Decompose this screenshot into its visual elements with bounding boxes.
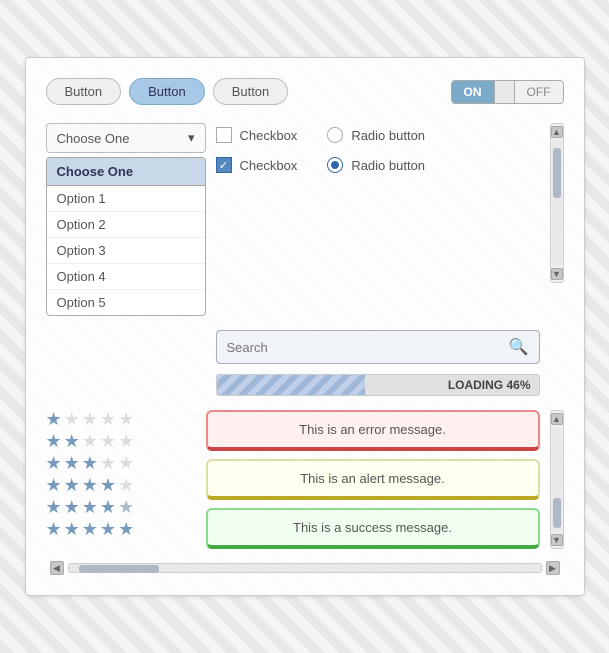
checkbox-1[interactable]: Checkbox <box>216 127 298 143</box>
toggle-group: ON OFF <box>451 80 564 104</box>
dropdown-option-3[interactable]: Option 3 <box>47 238 205 264</box>
scroll-up-arrow[interactable]: ▲ <box>551 126 563 138</box>
scroll-track-v2 <box>552 427 562 532</box>
radio-1-btn[interactable] <box>327 127 343 143</box>
scroll-right-arrow[interactable]: ▶ <box>546 561 560 575</box>
dropdown-section: Choose One ▾ Choose One Option 1 Option … <box>46 123 206 316</box>
scroll-up-arrow-2[interactable]: ▲ <box>551 413 563 425</box>
star-row-6: ★ ★ ★ ★ ★ <box>46 520 196 538</box>
star: ★ <box>46 520 62 538</box>
horizontal-scrollbar-row: ◀ ▶ <box>46 561 564 575</box>
dropdown-arrow-icon: ▾ <box>188 130 195 146</box>
buttons-row: Button Button Button ON OFF <box>46 78 564 105</box>
success-message: This is a success message. <box>206 508 540 549</box>
dropdown-trigger[interactable]: Choose One ▾ <box>46 123 206 153</box>
star: ★ <box>100 498 116 516</box>
scroll-down-arrow-2[interactable]: ▼ <box>551 534 563 546</box>
messages-section: This is an error message. This is an ale… <box>206 410 540 549</box>
radio-2-btn[interactable] <box>327 157 343 173</box>
dropdown-option-1[interactable]: Option 1 <box>47 186 205 212</box>
star-row-4: ★ ★ ★ ★ ★ <box>46 476 196 494</box>
dropdown-option-2[interactable]: Option 2 <box>47 212 205 238</box>
toggle-off[interactable]: OFF <box>515 81 563 103</box>
star: ★ <box>64 410 80 428</box>
star: ★ <box>118 520 134 538</box>
toggle-on[interactable]: ON <box>452 81 495 103</box>
star: ★ <box>100 410 116 428</box>
stars-section: ★ ★ ★ ★ ★ ★ ★ ★ ★ ★ ★ ★ ★ ★ ★ <box>46 410 196 549</box>
search-box: 🔍 <box>216 330 540 364</box>
progress-row: LOADING 46% <box>46 374 564 396</box>
star: ★ <box>82 498 98 516</box>
button-1[interactable]: Button <box>46 78 122 105</box>
star: ★ <box>82 476 98 494</box>
checkbox-2-label: Checkbox <box>240 158 298 173</box>
star-row-1: ★ ★ ★ ★ ★ <box>46 410 196 428</box>
star-row-5: ★ ★ ★ ★ ★ <box>46 498 196 516</box>
radio-2-label: Radio button <box>351 158 425 173</box>
star: ★ <box>46 454 62 472</box>
star-row-3: ★ ★ ★ ★ ★ <box>46 454 196 472</box>
star: ★ <box>118 498 134 516</box>
scroll-track-v <box>552 140 562 266</box>
scroll-thumb-h[interactable] <box>79 565 159 573</box>
star: ★ <box>118 476 134 494</box>
button-2[interactable]: Button <box>129 78 205 105</box>
dropdown-option-4[interactable]: Option 4 <box>47 264 205 290</box>
checkbox-2-box[interactable]: ✓ <box>216 157 232 173</box>
checkboxes-radios: Checkbox ✓ Checkbox Radio button Radio b… <box>216 123 426 173</box>
dropdown-option-5[interactable]: Option 5 <box>47 290 205 315</box>
progress-label: LOADING 46% <box>448 378 531 392</box>
star: ★ <box>118 454 134 472</box>
star: ★ <box>82 454 98 472</box>
button-3[interactable]: Button <box>213 78 289 105</box>
search-row: 🔍 <box>46 330 564 364</box>
checkbox-group: Checkbox ✓ Checkbox <box>216 127 298 173</box>
star: ★ <box>118 410 134 428</box>
alert-message: This is an alert message. <box>206 459 540 500</box>
star: ★ <box>64 498 80 516</box>
scroll-thumb-v[interactable] <box>553 148 561 198</box>
star: ★ <box>100 454 116 472</box>
progress-fill <box>217 375 365 395</box>
error-message: This is an error message. <box>206 410 540 451</box>
progress-bar: LOADING 46% <box>216 374 540 396</box>
star: ★ <box>64 454 80 472</box>
star: ★ <box>82 432 98 450</box>
radio-2[interactable]: Radio button <box>327 157 425 173</box>
star-row-2: ★ ★ ★ ★ ★ <box>46 432 196 450</box>
dropdown-header: Choose One <box>47 158 205 186</box>
ui-panel: Button Button Button ON OFF Choose One ▾… <box>25 57 585 596</box>
star: ★ <box>118 432 134 450</box>
checkbox-1-label: Checkbox <box>240 128 298 143</box>
star: ★ <box>82 410 98 428</box>
scroll-track-h <box>68 563 542 573</box>
scroll-thumb-v2[interactable] <box>553 498 561 528</box>
radio-group: Radio button Radio button <box>327 127 425 173</box>
star: ★ <box>46 476 62 494</box>
vertical-scrollbar[interactable]: ▲ ▼ <box>550 123 564 283</box>
search-icon: 🔍 <box>509 337 529 357</box>
vertical-scrollbar-2[interactable]: ▲ ▼ <box>550 410 564 549</box>
star: ★ <box>100 432 116 450</box>
star: ★ <box>46 432 62 450</box>
star: ★ <box>46 498 62 516</box>
checkbox-2[interactable]: ✓ Checkbox <box>216 157 298 173</box>
star: ★ <box>82 520 98 538</box>
scroll-down-arrow[interactable]: ▼ <box>551 268 563 280</box>
star: ★ <box>64 520 80 538</box>
search-input[interactable] <box>227 340 503 355</box>
star: ★ <box>100 520 116 538</box>
radio-1[interactable]: Radio button <box>327 127 425 143</box>
dropdown-open: Choose One Option 1 Option 2 Option 3 Op… <box>46 157 206 316</box>
checkbox-1-box[interactable] <box>216 127 232 143</box>
star: ★ <box>100 476 116 494</box>
radio-1-label: Radio button <box>351 128 425 143</box>
stars-messages-row: ★ ★ ★ ★ ★ ★ ★ ★ ★ ★ ★ ★ ★ ★ ★ <box>46 410 564 549</box>
star: ★ <box>46 410 62 428</box>
scroll-left-arrow[interactable]: ◀ <box>50 561 64 575</box>
star: ★ <box>64 432 80 450</box>
dropdown-trigger-label: Choose One <box>57 131 130 146</box>
star: ★ <box>64 476 80 494</box>
